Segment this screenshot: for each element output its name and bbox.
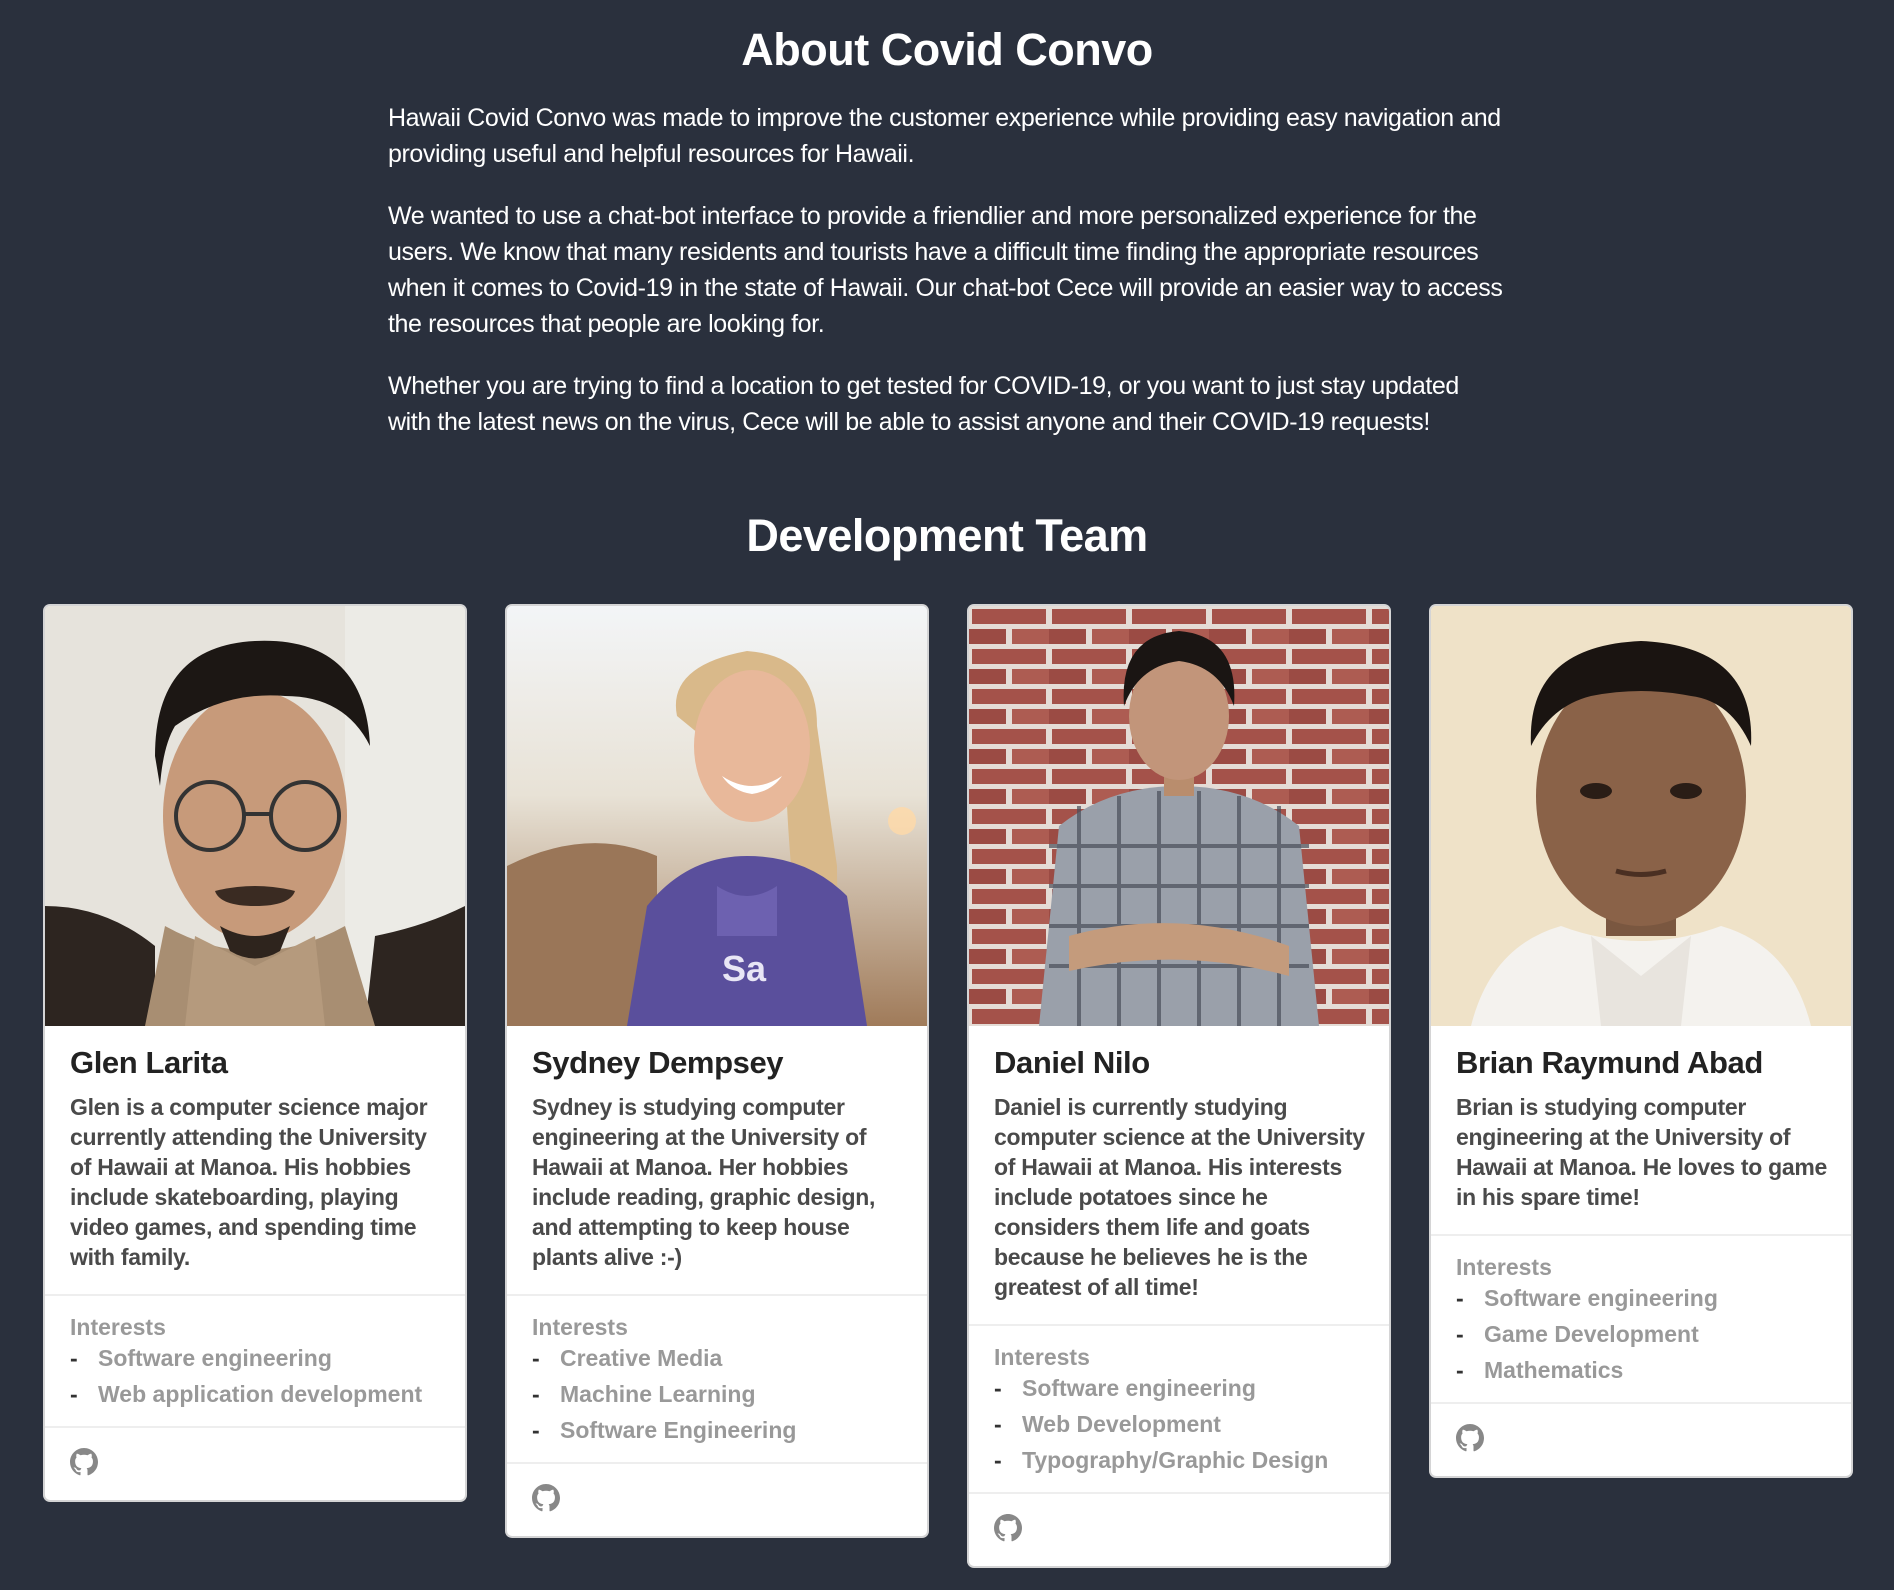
about-section: About Covid Convo Hawaii Covid Convo was… [0,0,1894,466]
member-name: Sydney Dempsey [532,1045,784,1080]
github-icon[interactable] [994,1514,1022,1542]
member-photo [45,606,465,1026]
about-title: About Covid Convo [741,24,1153,75]
card-footer [45,1426,465,1500]
interest-item: - Web application development [70,1381,423,1407]
about-paragraph: We wanted to use a chat-bot interface to… [388,202,1503,338]
interest-item: - Typography/Graphic Design [994,1447,1329,1473]
interest-item: - Mathematics [1456,1357,1624,1383]
github-icon[interactable] [1456,1424,1484,1452]
card-content: Glen Larita Glen is a computer science m… [45,1026,465,1294]
member-photo: Sa [507,606,927,1026]
interest-item: - Creative Media [532,1345,723,1371]
interest-item: - Game Development [1456,1321,1699,1347]
team-card-daniel: Daniel Nilo Daniel is currently studying… [969,606,1389,1566]
interests-list: - Software engineering - Web application d… [70,1340,441,1412]
github-icon[interactable] [70,1448,98,1476]
interests-list: - Software engineering - Game Development … [1456,1280,1827,1388]
interests-label: Interests [994,1344,1090,1370]
team-card-sydney: Sa Sydney Dempsey Sydney is studying com… [507,606,927,1536]
card-footer [969,1492,1389,1566]
member-description: Sydney is studying computer engineering … [532,1094,876,1270]
member-photo [1431,606,1851,1026]
team-card-brian: Brian Raymund Abad Brian is studying com… [1431,606,1851,1476]
member-interests: Interests - Software engineering - Game De… [1431,1234,1851,1402]
interest-item: - Software engineering [70,1345,332,1371]
member-interests: Interests - Creative Media - Machine Learn… [507,1294,927,1462]
card-content: Sydney Dempsey Sydney is studying comput… [507,1026,927,1294]
member-description: Glen is a computer science major current… [70,1094,428,1270]
team-card-glen: Glen Larita Glen is a computer science m… [45,606,465,1500]
interest-item: - Software engineering [994,1375,1256,1401]
about-paragraph: Hawaii Covid Convo was made to improve t… [388,104,1501,168]
member-name: Glen Larita [70,1045,228,1080]
interests-label: Interests [1456,1254,1552,1280]
member-interests: Interests - Software engineering - Web Dev… [969,1324,1389,1492]
interest-item: - Machine Learning [532,1381,756,1407]
member-interests: Interests - Software engineering - Web app… [45,1294,465,1426]
member-photo [969,606,1389,1026]
interests-list: - Software engineering - Web Development -… [994,1370,1365,1478]
github-icon[interactable] [532,1484,560,1512]
interest-item: - Software engineering [1456,1285,1718,1311]
card-footer [1431,1402,1851,1476]
interest-item: - Web Development [994,1411,1221,1437]
about-paragraph: Whether you are trying to find a locatio… [388,372,1459,436]
member-description: Brian is studying computer engineering a… [1456,1094,1827,1210]
svg-text:Sa: Sa [722,948,767,989]
member-name: Daniel Nilo [994,1045,1150,1080]
about-text: Hawaii Covid Convo was made to improve t… [388,100,1508,440]
interests-label: Interests [532,1314,628,1340]
card-content: Daniel Nilo Daniel is currently studying… [969,1026,1389,1324]
card-footer [507,1462,927,1536]
member-description: Daniel is currently studying computer sc… [994,1094,1365,1300]
member-name: Brian Raymund Abad [1456,1045,1763,1080]
interests-label: Interests [70,1314,166,1340]
interests-list: - Creative Media - Machine Learning - Softw… [532,1340,903,1448]
interest-item: - Software Engineering [532,1417,797,1443]
team-title: Development Team [746,510,1148,561]
card-content: Brian Raymund Abad Brian is studying com… [1431,1026,1851,1234]
